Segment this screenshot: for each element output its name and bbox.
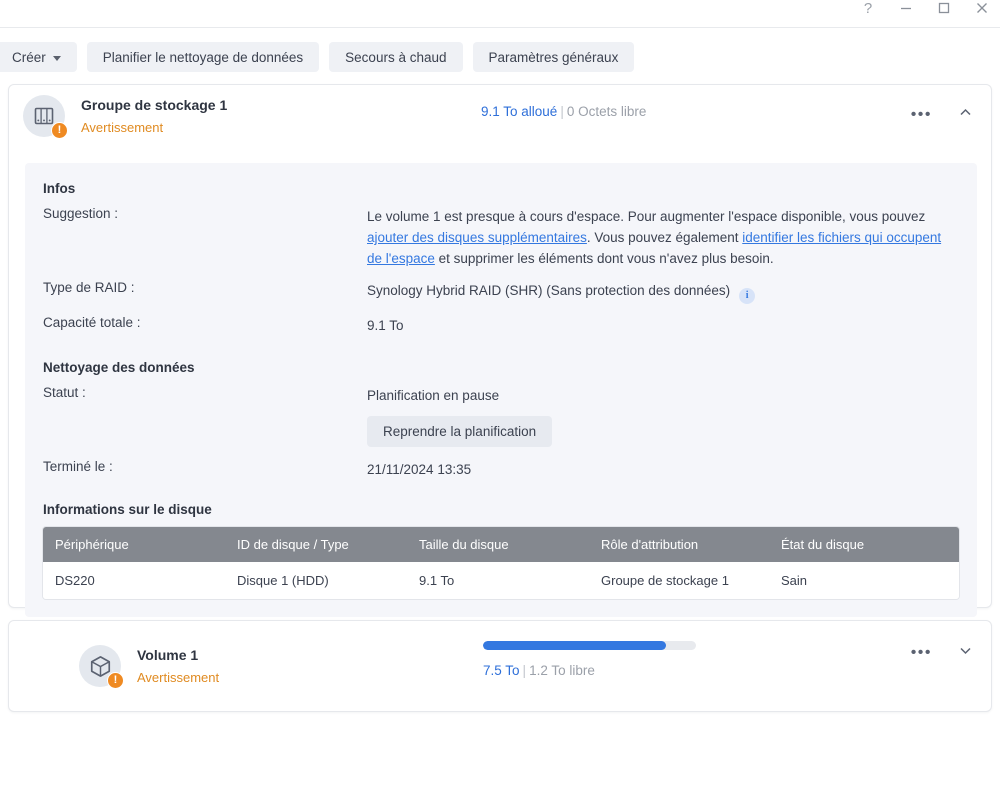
column-device: Périphérique <box>43 527 225 563</box>
storage-manager-window: ? Créer Planifier le nettoyage de donnée… <box>0 0 1000 805</box>
volume-actions: ••• <box>911 643 973 663</box>
warning-badge: ! <box>107 672 124 689</box>
column-disk-size: Taille du disque <box>407 527 589 563</box>
scrubbing-finished-label: Terminé le : <box>43 459 113 475</box>
storage-pool-status: Avertissement <box>81 120 164 136</box>
storage-pool-titleblock: Groupe de stockage 1 Avertissement <box>81 96 227 136</box>
allocated-size[interactable]: 9.1 To alloué <box>481 104 557 119</box>
cell-allocation-role: Groupe de stockage 1 <box>589 562 769 600</box>
storage-pool-actions: ••• <box>911 105 973 125</box>
global-settings-button[interactable]: Paramètres généraux <box>472 42 635 72</box>
volume-usage: 7.5 To | 1.2 To libre <box>483 641 696 678</box>
infos-heading: Infos <box>43 181 76 196</box>
help-icon[interactable]: ? <box>860 0 876 16</box>
storage-pool-capacity: 9.1 To alloué | 0 Octets libre <box>481 104 646 119</box>
more-options-icon[interactable]: ••• <box>911 645 932 661</box>
scrubbing-status-label: Statut : <box>43 384 86 400</box>
window-titlebar: ? <box>0 0 1000 28</box>
cell-disk-id: Disque 1 (HDD) <box>225 562 407 600</box>
volume-titleblock: Volume 1 Avertissement <box>137 646 219 686</box>
minimize-icon[interactable] <box>898 0 914 16</box>
scrubbing-status-text: Planification en pause <box>367 387 500 403</box>
help-glyph: ? <box>863 0 873 17</box>
volume-icon: ! <box>79 645 124 689</box>
close-icon[interactable] <box>974 0 990 16</box>
suggestion-value: Le volume 1 est presque à cours d'espace… <box>367 206 959 269</box>
column-allocation-role: Rôle d'attribution <box>589 527 769 563</box>
disk-info-heading: Informations sur le disque <box>43 502 212 518</box>
window-controls: ? <box>860 0 990 22</box>
volume-header[interactable]: ! Volume 1 Avertissement 7.5 To | 1.2 To l… <box>9 621 991 711</box>
chevron-up-icon[interactable] <box>958 105 973 125</box>
free-size: 0 Octets libre <box>566 104 647 119</box>
volume-capacity: 7.5 To | 1.2 To libre <box>483 663 696 678</box>
storage-pool-icon: ! <box>23 95 68 139</box>
raid-type-row: Type de RAID : Synology Hybrid RAID (SHR… <box>43 280 959 304</box>
more-options-icon[interactable]: ••• <box>911 107 932 123</box>
scrubbing-status-row: Statut : Planification en pause Reprendr… <box>43 384 959 448</box>
disk-table-header: Périphérique ID de disque / Type Taille … <box>43 527 959 563</box>
warning-badge: ! <box>51 122 68 139</box>
raid-type-label: Type de RAID : <box>43 280 135 296</box>
volume-free-size: 1.2 To libre <box>529 663 595 678</box>
table-row[interactable]: DS220 Disque 1 (HDD) 9.1 To Groupe de st… <box>43 562 959 600</box>
storage-pool-card: ! Groupe de stockage 1 Avertissement 9.1… <box>8 84 992 618</box>
scrubbing-status-value: Planification en pause Reprendre la plan… <box>367 385 959 448</box>
scrubbing-finished-row: Terminé le : 21/11/2024 13:35 <box>43 459 959 480</box>
total-capacity-label: Capacité totale : <box>43 314 141 330</box>
suggestion-row: Suggestion : Le volume 1 est presque à c… <box>43 206 959 269</box>
chevron-down-icon <box>52 55 61 61</box>
cell-disk-health: Sain <box>769 562 959 600</box>
volume-used-size[interactable]: 7.5 To <box>483 663 520 678</box>
volume-capacity-separator: | <box>522 663 527 678</box>
volume-name: Volume 1 <box>137 647 199 664</box>
suggestion-text-2: . Vous pouvez également <box>586 230 743 246</box>
storage-pool-name: Groupe de stockage 1 <box>81 97 228 114</box>
volume-progress-fill <box>483 641 667 650</box>
storage-pool-details-panel: Infos Suggestion : Le volume 1 est presq… <box>25 163 977 618</box>
total-capacity-row: Capacité totale : 9.1 To <box>43 315 959 336</box>
scrubbing-heading: Nettoyage des données <box>43 359 195 375</box>
volume-progress-bar <box>483 641 696 650</box>
raid-type-value: Synology Hybrid RAID (SHR) (Sans protect… <box>367 280 959 304</box>
suggestion-text-3: et supprimer les éléments dont vous n'av… <box>434 251 774 267</box>
column-disk-health: État du disque <box>769 527 959 563</box>
create-button-label: Créer <box>12 49 46 65</box>
raid-type-text: Synology Hybrid RAID (SHR) (Sans protect… <box>367 283 731 299</box>
total-capacity-value: 9.1 To <box>367 317 404 333</box>
resume-schedule-button[interactable]: Reprendre la planification <box>367 416 553 448</box>
maximize-icon[interactable] <box>936 0 952 16</box>
chevron-down-icon[interactable] <box>958 643 973 663</box>
column-disk-id: ID de disque / Type <box>225 527 407 563</box>
disk-info-table: Périphérique ID de disque / Type Taille … <box>43 527 959 600</box>
volume-card: ! Volume 1 Avertissement 7.5 To | 1.2 To l… <box>8 620 992 712</box>
info-icon[interactable]: i <box>739 287 756 304</box>
hot-spare-button[interactable]: Secours à chaud <box>329 42 463 72</box>
disk-table-header-row: Périphérique ID de disque / Type Taille … <box>43 527 959 563</box>
cell-device: DS220 <box>43 562 225 600</box>
add-disks-link[interactable]: ajouter des disques supplémentaires <box>367 230 587 245</box>
suggestion-label: Suggestion : <box>43 206 119 221</box>
toolbar: Créer Planifier le nettoyage de données … <box>0 42 1000 72</box>
capacity-separator: | <box>560 104 564 119</box>
scrubbing-finished-value: 21/11/2024 13:35 <box>367 462 472 478</box>
storage-pool-header[interactable]: ! Groupe de stockage 1 Avertissement 9.1… <box>9 85 991 147</box>
suggestion-text-1: Le volume 1 est presque à cours d'espace… <box>367 209 926 224</box>
schedule-data-scrubbing-button[interactable]: Planifier le nettoyage de données <box>86 42 320 72</box>
cell-disk-size: 9.1 To <box>407 562 589 600</box>
volume-status: Avertissement <box>137 670 220 686</box>
disk-table-body: DS220 Disque 1 (HDD) 9.1 To Groupe de st… <box>43 562 959 600</box>
create-button[interactable]: Créer <box>0 42 77 72</box>
